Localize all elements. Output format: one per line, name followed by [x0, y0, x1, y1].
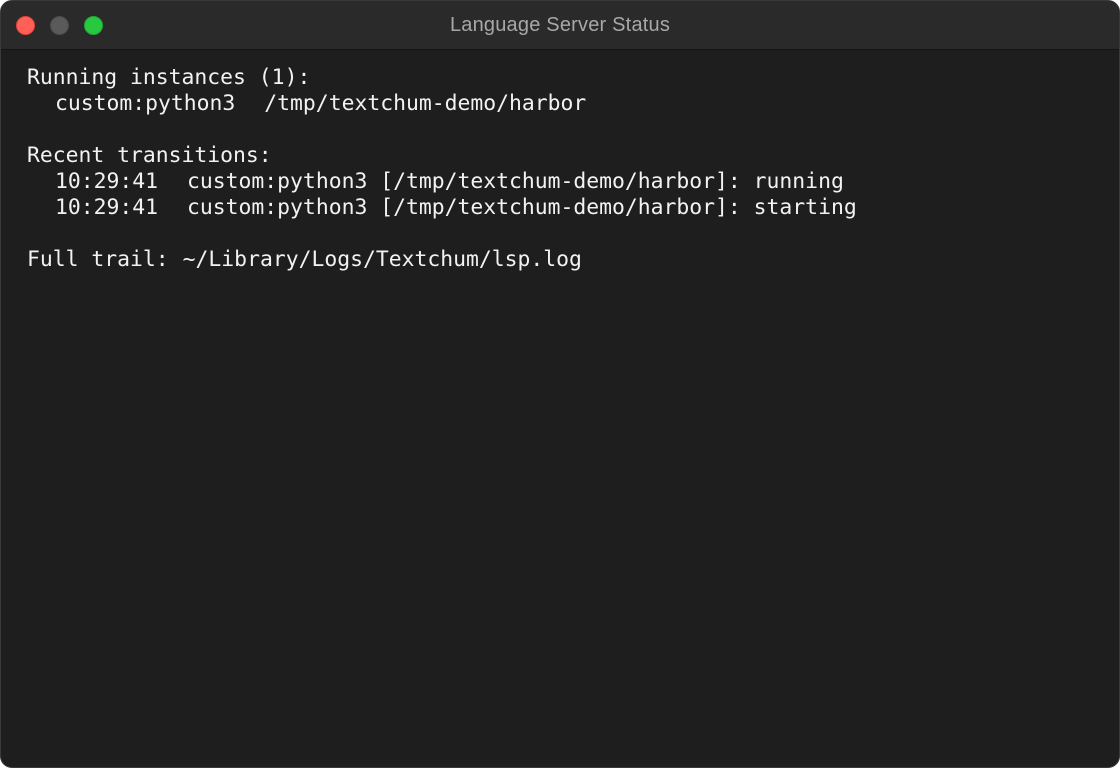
running-instance-row: custom:python3/tmp/textchum-demo/harbor — [27, 91, 1099, 117]
full-trail-row: Full trail: ~/Library/Logs/Textchum/lsp.l… — [27, 247, 1099, 273]
transition-message: custom:python3 [/tmp/textchum-demo/harbo… — [187, 195, 857, 220]
transition-row: 10:29:41 custom:python3 [/tmp/textchum-de… — [27, 195, 1099, 221]
recent-transitions-heading: Recent transitions: — [27, 143, 272, 168]
language-server-status-window: Language Server Status Running instances… — [0, 0, 1120, 768]
transition-message: custom:python3 [/tmp/textchum-demo/harbo… — [187, 169, 844, 194]
full-trail-label: Full trail: — [27, 247, 169, 272]
window-title: Language Server Status — [449, 14, 671, 36]
instance-language: custom:python3 — [55, 91, 236, 116]
transition-time: 10:29:41 — [55, 169, 159, 194]
transition-time: 10:29:41 — [55, 195, 159, 220]
full-trail-path[interactable]: ~/Library/Logs/Textchum/lsp.log — [183, 247, 582, 272]
title-bar[interactable]: Language Server Status — [1, 1, 1119, 50]
transition-row: 10:29:41 custom:python3 [/tmp/textchum-de… — [27, 169, 1099, 195]
instance-path: /tmp/textchum-demo/harbor — [264, 91, 587, 116]
status-output: Running instances (1): custom:python3/tm… — [27, 65, 1099, 747]
running-instances-heading: Running instances (1): — [27, 65, 311, 90]
